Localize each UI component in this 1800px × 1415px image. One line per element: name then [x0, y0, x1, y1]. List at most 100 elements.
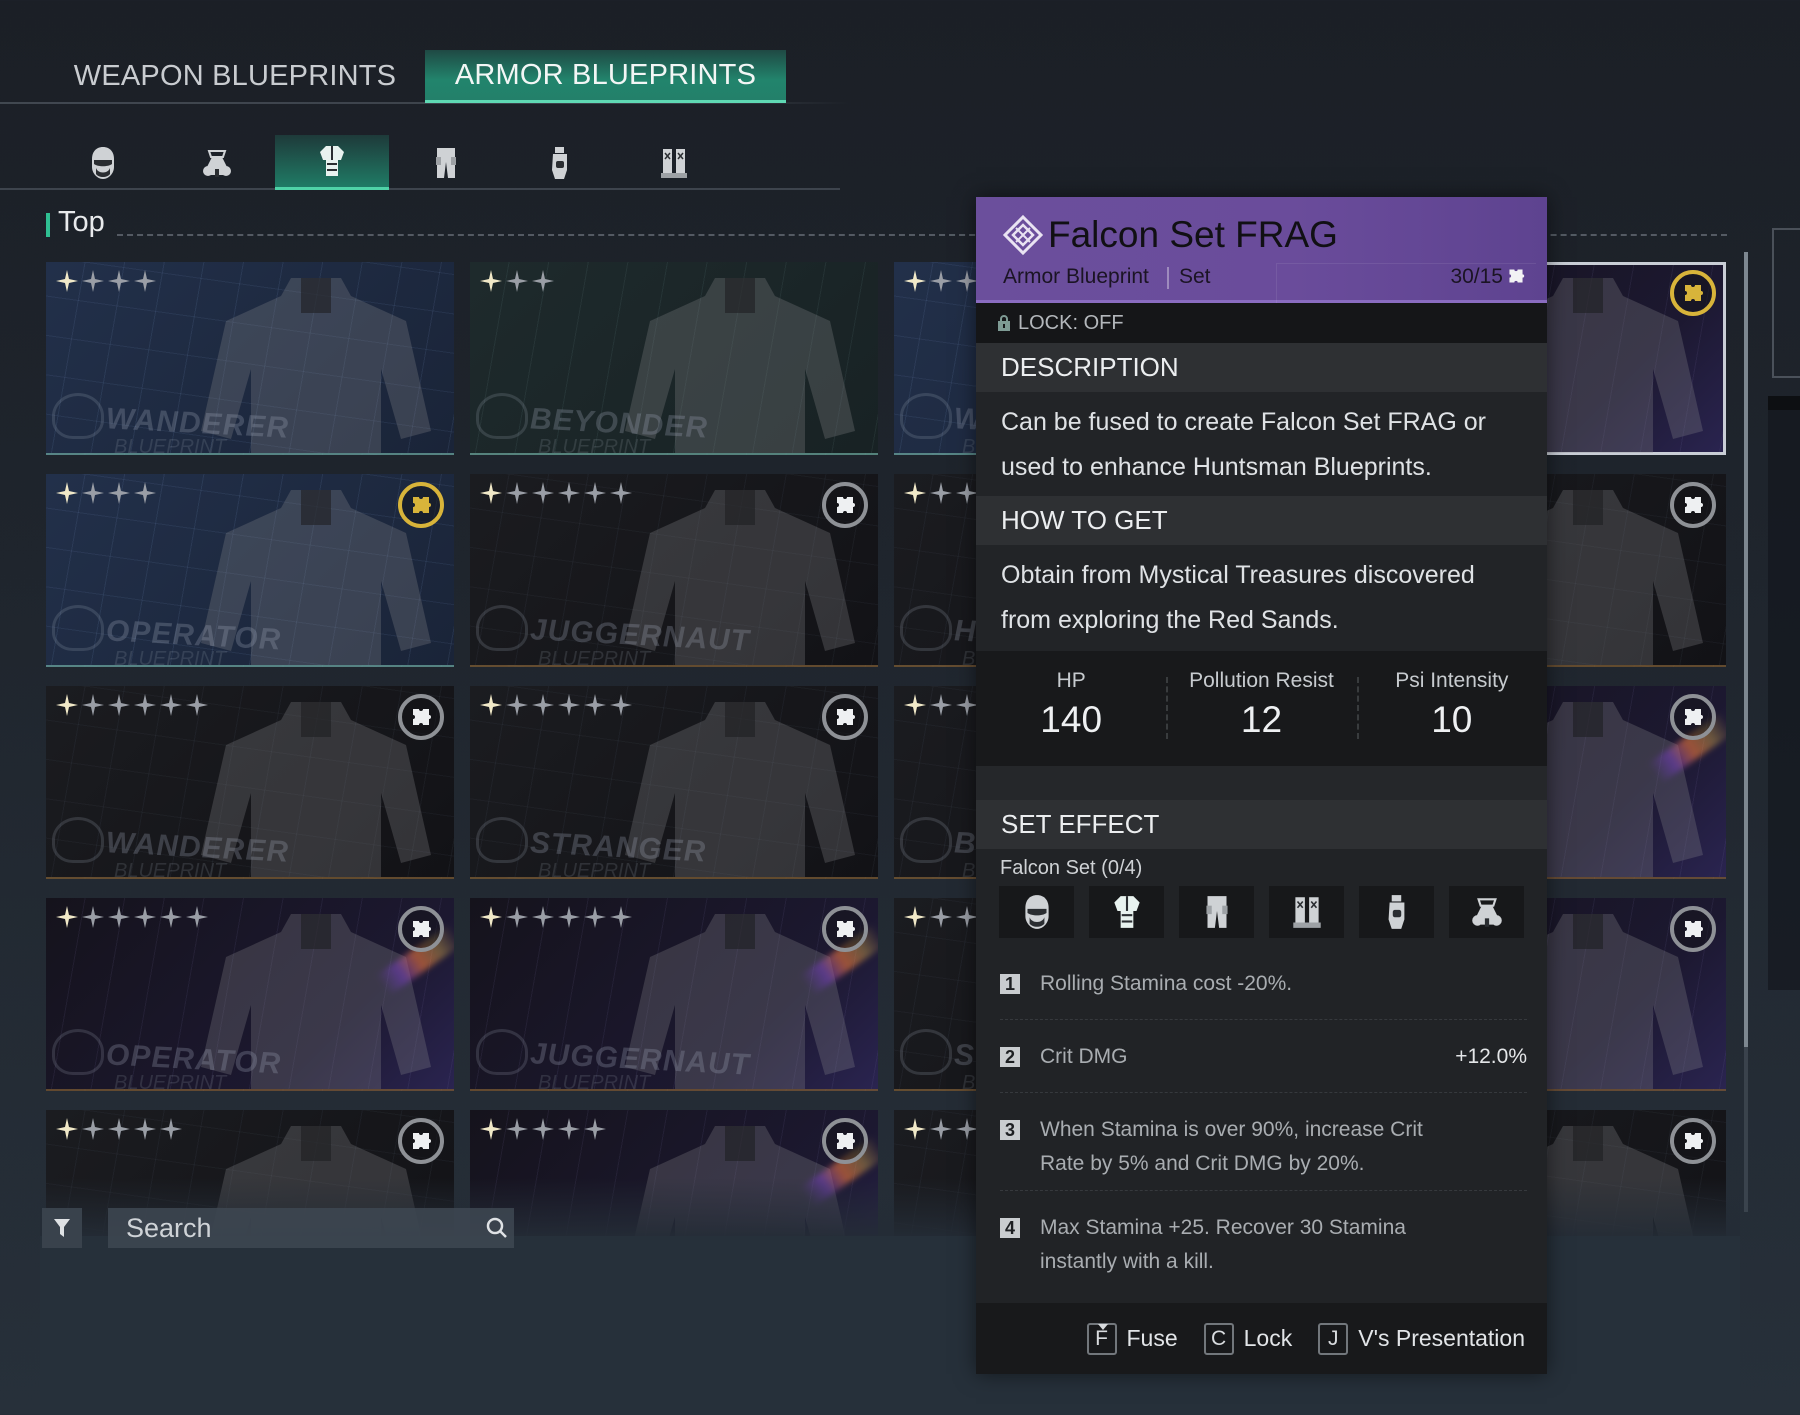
subtab-boots[interactable] [617, 135, 731, 190]
brand-logo-icon [900, 817, 952, 863]
fuse-badge[interactable] [822, 1118, 868, 1164]
star-icon [904, 1118, 926, 1140]
star-icon [108, 1118, 130, 1140]
fuse-badge[interactable] [822, 482, 868, 528]
filter-icon [54, 1219, 70, 1237]
stats-row: HP 140 Pollution Resist 12 Psi Intensity… [976, 651, 1547, 766]
section-accent-bar [46, 213, 50, 237]
star-icon [610, 482, 632, 504]
scrollbar-thumb[interactable] [1744, 252, 1748, 1047]
brand-logo-icon [476, 1029, 528, 1075]
tab-weapon-blueprints[interactable]: WEAPON BLUEPRINTS [60, 50, 410, 103]
tab-armor-blueprints[interactable]: ARMOR BLUEPRINTS [425, 50, 786, 103]
star-icon [82, 482, 104, 504]
star-icon [82, 906, 104, 928]
star-rating [56, 482, 156, 504]
star-icon [480, 270, 502, 292]
top-armor-icon [317, 143, 347, 179]
set-piece-pants[interactable] [1179, 886, 1254, 938]
subtab-gloves[interactable] [503, 135, 617, 190]
brand-logo-icon [52, 817, 104, 863]
blueprint-card[interactable]: OPERATOR BLUEPRINT [46, 898, 454, 1091]
blueprint-card[interactable]: JUGGERNAUT BLUEPRINT [470, 474, 878, 667]
puzzle-piece-icon [1507, 267, 1525, 285]
star-rating [480, 482, 632, 504]
stat-hp: HP 140 [976, 651, 1166, 766]
set-piece-helmet[interactable] [999, 886, 1074, 938]
star-rating [904, 482, 978, 504]
blueprint-card[interactable]: OPERATOR BLUEPRINT [46, 474, 454, 667]
star-icon [506, 270, 528, 292]
puzzle-piece-icon [410, 494, 432, 516]
lock-button[interactable]: C Lock [1203, 1322, 1292, 1355]
fuse-badge[interactable] [822, 906, 868, 952]
boots-icon [659, 145, 689, 181]
blueprint-card[interactable]: STRANGERBLUEPRINT [470, 686, 878, 879]
brand-watermark-sub: BLUEPRINT [114, 1072, 227, 1091]
subtab-pants[interactable] [389, 135, 503, 190]
presentation-label: V's Presentation [1358, 1325, 1525, 1351]
blueprint-card[interactable]: JUGGERNAUT BLUEPRINT [470, 898, 878, 1091]
blueprint-card[interactable]: WANDERERBLUEPRINT [46, 686, 454, 879]
fuse-button[interactable]: F Fuse [1086, 1322, 1178, 1355]
star-icon [930, 694, 952, 716]
blueprint-card[interactable]: WANDERERBLUEPRINT [46, 262, 454, 455]
brand-watermark-sub: BLUEPRINT [538, 648, 651, 667]
star-rating [56, 906, 208, 928]
set-piece-top[interactable] [1089, 886, 1164, 938]
star-icon [956, 906, 978, 928]
fuse-badge[interactable] [398, 1118, 444, 1164]
filter-button[interactable] [42, 1208, 82, 1248]
blueprint-card[interactable]: BEYONDERBLUEPRINT [470, 262, 878, 455]
fuse-badge[interactable] [1670, 1118, 1716, 1164]
star-icon [610, 906, 632, 928]
detail-header: Falcon Set FRAG Armor Blueprint Set 30/1… [976, 197, 1547, 303]
star-icon [82, 270, 104, 292]
search-box [108, 1208, 514, 1248]
subtab-helmet[interactable] [46, 135, 160, 190]
star-icon [108, 482, 130, 504]
search-icon[interactable] [480, 1208, 514, 1248]
set-piece-mask[interactable] [1449, 886, 1524, 938]
helmet-icon [88, 145, 118, 181]
gas-mask-icon [202, 145, 232, 181]
star-icon [584, 1118, 606, 1140]
star-icon [160, 694, 182, 716]
presentation-button[interactable]: J V's Presentation [1318, 1322, 1525, 1355]
side-preview-frame [1772, 228, 1800, 378]
brand-watermark-sub: BLUEPRINT [538, 860, 651, 879]
subtab-mask[interactable] [160, 135, 274, 190]
fuse-badge[interactable] [398, 482, 444, 528]
blueprint-detail-panel: Falcon Set FRAG Armor Blueprint Set 30/1… [976, 197, 1547, 1374]
star-rating [904, 694, 978, 716]
set-piece-boots[interactable] [1269, 886, 1344, 938]
set-pieces [999, 886, 1524, 938]
star-rating [904, 270, 978, 292]
fuse-badge[interactable] [1670, 906, 1716, 952]
search-input[interactable] [126, 1212, 480, 1244]
star-icon [134, 694, 156, 716]
star-icon [82, 694, 104, 716]
stat-value: 140 [1040, 698, 1103, 740]
set-piece-gloves[interactable] [1359, 886, 1434, 938]
subtab-top[interactable] [275, 135, 389, 190]
star-icon [904, 482, 926, 504]
star-icon [930, 482, 952, 504]
gas-mask-icon [1470, 893, 1504, 931]
fuse-badge[interactable] [822, 694, 868, 740]
star-icon [532, 694, 554, 716]
star-rating [480, 694, 632, 716]
fuse-badge[interactable] [1670, 694, 1716, 740]
star-icon [56, 482, 78, 504]
fuse-badge[interactable] [1670, 482, 1716, 528]
fuse-badge[interactable] [1670, 270, 1716, 316]
star-icon [134, 1118, 156, 1140]
fuse-badge[interactable] [398, 694, 444, 740]
fuse-badge[interactable] [398, 906, 444, 952]
brand-watermark-sub: BLUEPRINT [538, 436, 651, 455]
star-icon [82, 1118, 104, 1140]
brand-watermark-sub: BLUEPRINT [114, 648, 227, 667]
star-icon [480, 1118, 502, 1140]
glove-icon [1380, 893, 1414, 931]
pants-icon [431, 145, 461, 181]
